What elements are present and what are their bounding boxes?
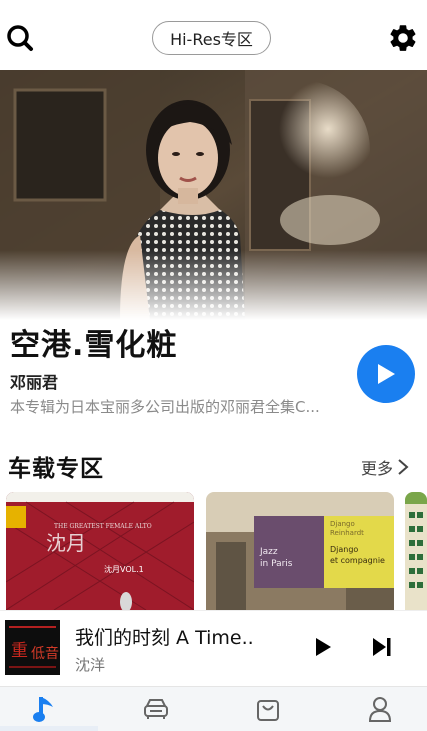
svg-text:Django: Django	[330, 545, 358, 554]
nav-shopping-bag-icon[interactable]	[248, 692, 288, 726]
more-button[interactable]: 更多	[361, 455, 409, 479]
now-playing-title[interactable]: 我们的时刻 A Time..	[75, 623, 285, 650]
more-label: 更多	[361, 459, 394, 478]
svg-text:沈月VOL.1: 沈月VOL.1	[104, 564, 144, 574]
play-icon	[378, 364, 395, 384]
nav-active-indicator	[0, 726, 98, 731]
svg-text:Django: Django	[330, 520, 355, 528]
album-card[interactable]	[405, 492, 427, 610]
featured-album-title[interactable]: 空港.雪化粧	[10, 320, 177, 364]
search-icon[interactable]	[4, 22, 36, 54]
svg-text:Jazz: Jazz	[259, 547, 278, 557]
album-card[interactable]: Jazz in Paris Django Reinhardt Django et…	[206, 492, 394, 610]
hires-zone-label: Hi-Res专区	[170, 30, 253, 49]
gear-icon[interactable]	[387, 22, 419, 54]
svg-text:低音: 低音	[31, 645, 59, 662]
section-title: 车载专区	[8, 456, 104, 482]
now-playing-artist[interactable]: 沈洋	[75, 654, 105, 675]
play-icon[interactable]	[310, 634, 334, 660]
play-featured-button[interactable]	[357, 345, 415, 403]
nav-music-note-icon[interactable]	[24, 692, 64, 726]
svg-text:重: 重	[11, 641, 28, 661]
now-playing-cover[interactable]: 重 低音	[5, 620, 60, 675]
hires-zone-button[interactable]: Hi-Res专区	[152, 21, 271, 55]
chevron-right-icon	[398, 459, 409, 475]
album-card[interactable]: THE GREATEST FEMALE ALTO 沈月 沈月VOL.1	[6, 492, 194, 610]
featured-album-artist[interactable]: 邓丽君	[10, 369, 58, 393]
svg-text:沈月: 沈月	[46, 531, 86, 555]
nav-profile-icon[interactable]	[360, 692, 400, 726]
hero-fade	[0, 250, 427, 320]
svg-text:Reinhardt: Reinhardt	[330, 529, 364, 537]
svg-text:et compagnie: et compagnie	[330, 556, 385, 565]
card-1-cover-text: THE GREATEST FEMALE ALTO	[54, 523, 152, 530]
svg-text:in Paris: in Paris	[260, 559, 293, 569]
skip-next-icon[interactable]	[368, 634, 394, 660]
nav-car-icon[interactable]	[136, 692, 176, 726]
featured-album-description: 本专辑为日本宝丽多公司出版的邓丽君全集C...	[10, 398, 320, 416]
